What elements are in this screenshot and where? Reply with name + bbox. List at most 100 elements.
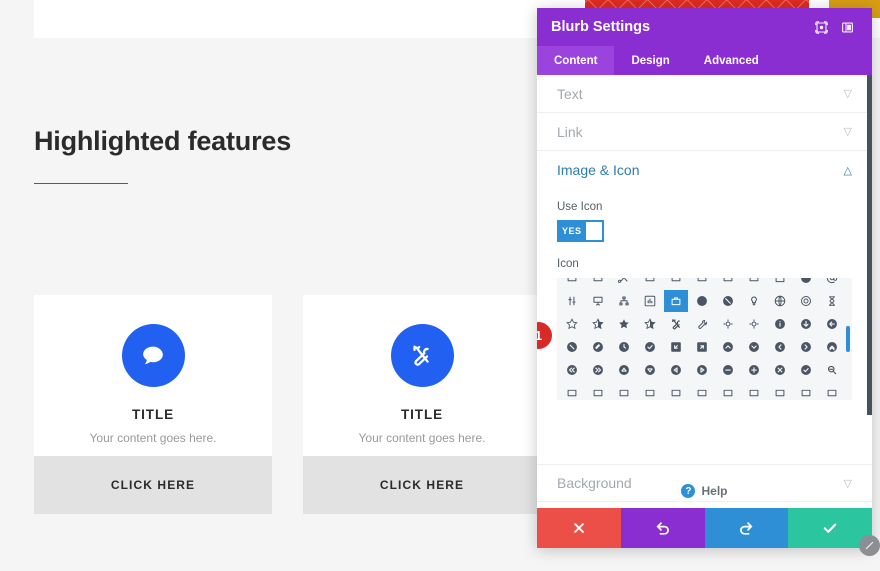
ban-circle-icon[interactable] bbox=[716, 290, 740, 312]
card-icon[interactable] bbox=[586, 382, 610, 400]
expand-box-icon[interactable] bbox=[690, 336, 714, 358]
redo-button[interactable] bbox=[704, 508, 789, 548]
umbrella-icon[interactable] bbox=[846, 382, 852, 400]
lightbulb-icon[interactable] bbox=[742, 290, 766, 312]
click-here-button[interactable]: CLICK HERE bbox=[380, 478, 464, 492]
circle-thin-icon[interactable] bbox=[794, 278, 818, 289]
blurb-settings-modal[interactable]: Blurb Settings Content Design Advanced 1… bbox=[537, 8, 880, 556]
star-half-alt-icon[interactable] bbox=[638, 313, 662, 335]
image-icon[interactable] bbox=[638, 382, 662, 400]
globe-icon[interactable] bbox=[768, 290, 792, 312]
redo-arrow-icon[interactable] bbox=[716, 278, 740, 289]
icon-grid-scrollbar[interactable] bbox=[846, 326, 850, 352]
zoom-in-icon[interactable] bbox=[846, 359, 852, 381]
bench-icon[interactable] bbox=[742, 382, 766, 400]
pencil-circle-icon[interactable] bbox=[586, 336, 610, 358]
section-text[interactable]: Text ▽ bbox=[537, 75, 872, 113]
calculator-icon[interactable] bbox=[664, 278, 688, 289]
blurb-card-footer[interactable]: CLICK HERE bbox=[34, 456, 272, 514]
keyboard-icon[interactable] bbox=[638, 278, 662, 289]
close-circle-icon[interactable] bbox=[768, 359, 792, 381]
briefcase-icon[interactable] bbox=[664, 290, 688, 312]
section-link[interactable]: Link ▽ bbox=[537, 113, 872, 151]
icon-grid-cells[interactable] bbox=[557, 278, 852, 400]
target-icon[interactable] bbox=[794, 290, 818, 312]
use-icon-toggle[interactable]: YES bbox=[557, 220, 604, 242]
blurb-card-footer[interactable]: CLICK HERE bbox=[303, 456, 541, 514]
click-here-button[interactable]: CLICK HERE bbox=[111, 478, 195, 492]
collapse-box-icon[interactable] bbox=[664, 336, 688, 358]
icon-picker-grid[interactable] bbox=[557, 278, 852, 400]
info-circle-icon[interactable] bbox=[768, 313, 792, 335]
bed-icon[interactable] bbox=[716, 382, 740, 400]
play-left-circle-icon[interactable] bbox=[664, 359, 688, 381]
bar-chart-box-icon[interactable] bbox=[638, 290, 662, 312]
sliders-icon[interactable] bbox=[560, 290, 584, 312]
document-icon[interactable] bbox=[664, 382, 688, 400]
hourglass-icon[interactable] bbox=[820, 290, 844, 312]
layout-panel-icon[interactable] bbox=[836, 16, 858, 38]
gear-icon[interactable] bbox=[716, 313, 740, 335]
play-up-circle-icon[interactable] bbox=[612, 359, 636, 381]
photo-icon[interactable] bbox=[690, 382, 714, 400]
chevron-left-circle-icon[interactable] bbox=[768, 336, 792, 358]
exclamation-circle-icon[interactable] bbox=[690, 290, 714, 312]
sitemap-icon[interactable] bbox=[612, 290, 636, 312]
arch-icon[interactable] bbox=[612, 382, 636, 400]
at-icon[interactable] bbox=[820, 278, 844, 289]
tab-advanced[interactable]: Advanced bbox=[687, 46, 776, 75]
star-half-icon[interactable] bbox=[586, 313, 610, 335]
chevron-down-circle-icon[interactable] bbox=[742, 336, 766, 358]
help-label[interactable]: Help bbox=[701, 484, 727, 498]
section-admin-label[interactable]: Admin Label ▽ bbox=[537, 502, 872, 508]
play-down-circle-icon[interactable] bbox=[638, 359, 662, 381]
section-image-icon[interactable]: Image & Icon △ bbox=[537, 151, 872, 189]
blurb-card[interactable]: TITLE Your content goes here. CLICK HERE bbox=[34, 295, 272, 514]
folder-open-icon[interactable] bbox=[846, 278, 852, 289]
cancel-button[interactable] bbox=[537, 508, 621, 548]
forward-circle-icon[interactable] bbox=[586, 359, 610, 381]
check-circle-outline-icon[interactable] bbox=[638, 336, 662, 358]
slash-circle-icon[interactable] bbox=[560, 336, 584, 358]
double-chevron-circle-icon[interactable] bbox=[820, 336, 844, 358]
gears-icon[interactable] bbox=[742, 313, 766, 335]
undo-button[interactable] bbox=[620, 508, 705, 548]
modal-tabs[interactable]: Content Design Advanced bbox=[537, 46, 872, 75]
plus-circle-icon[interactable] bbox=[742, 359, 766, 381]
phone-retro-icon[interactable] bbox=[846, 290, 852, 312]
star-filled-icon[interactable] bbox=[612, 313, 636, 335]
help-row[interactable]: ? Help bbox=[537, 484, 872, 498]
star-outline-icon[interactable] bbox=[560, 313, 584, 335]
sofa-icon[interactable] bbox=[794, 382, 818, 400]
expand-icon[interactable] bbox=[810, 16, 832, 38]
cap-icon[interactable] bbox=[560, 382, 584, 400]
resize-handle-icon[interactable] bbox=[859, 535, 880, 556]
tree-branch-icon[interactable] bbox=[742, 278, 766, 289]
tab-design[interactable]: Design bbox=[614, 46, 686, 75]
page-title-divider bbox=[34, 183, 128, 184]
blurb-card[interactable]: TITLE Your content goes here. CLICK HERE bbox=[303, 295, 541, 514]
presentation-icon[interactable] bbox=[586, 290, 610, 312]
modal-scrollbar[interactable] bbox=[867, 75, 872, 415]
undo-arrow-icon[interactable] bbox=[690, 278, 714, 289]
briefcase-slim-icon[interactable] bbox=[768, 278, 792, 289]
play-right-circle-icon[interactable] bbox=[690, 359, 714, 381]
arrow-down-circle-icon[interactable] bbox=[794, 313, 818, 335]
zoom-out-icon[interactable] bbox=[820, 359, 844, 381]
desk-icon[interactable] bbox=[820, 382, 844, 400]
chevron-right-circle-icon[interactable] bbox=[794, 336, 818, 358]
scissors-icon[interactable] bbox=[612, 278, 636, 289]
tv-icon[interactable] bbox=[560, 278, 584, 289]
lamp-icon[interactable] bbox=[768, 382, 792, 400]
arrow-left-circle-icon[interactable] bbox=[820, 313, 844, 335]
rewind-circle-icon[interactable] bbox=[560, 359, 584, 381]
clock-circle-icon[interactable] bbox=[612, 336, 636, 358]
modal-action-bar[interactable] bbox=[537, 508, 872, 548]
chevron-up-circle-icon[interactable] bbox=[716, 336, 740, 358]
tools-icon[interactable] bbox=[664, 313, 688, 335]
tab-content[interactable]: Content bbox=[537, 46, 615, 75]
minus-circle-icon[interactable] bbox=[716, 359, 740, 381]
check-circle-icon[interactable] bbox=[794, 359, 818, 381]
wrench-icon[interactable] bbox=[690, 313, 714, 335]
film-icon[interactable] bbox=[586, 278, 610, 289]
